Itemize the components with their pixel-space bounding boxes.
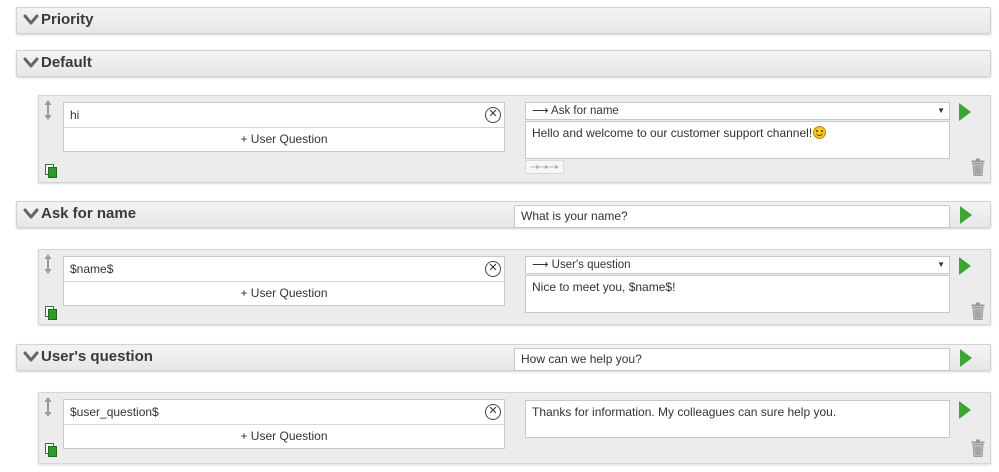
dropdown-caret-icon: ▼ xyxy=(937,106,945,115)
copy-icon[interactable] xyxy=(45,164,57,178)
rule-card-users-question: $user_question$ ✕ + User Question Thanks… xyxy=(38,392,991,464)
user-question-input[interactable]: $name$ xyxy=(70,257,113,281)
play-icon[interactable] xyxy=(960,349,972,367)
clear-circle-icon[interactable]: ✕ xyxy=(485,107,501,123)
clear-circle-icon[interactable]: ✕ xyxy=(485,261,501,277)
section-title-users-question: User's question xyxy=(41,348,153,365)
play-icon[interactable] xyxy=(960,206,972,224)
chevron-down-icon[interactable] xyxy=(23,56,39,70)
rule-card-ask-for-name: $name$ ✕ + User Question ⟶ User's questi… xyxy=(38,249,991,325)
add-user-question-button[interactable]: + User Question xyxy=(64,424,504,448)
section-title-priority: Priority xyxy=(41,11,94,28)
drag-handle-icon[interactable] xyxy=(44,254,52,274)
section-title-default: Default xyxy=(41,54,92,71)
user-question-box: hi ✕ + User Question xyxy=(63,102,505,152)
add-user-question-button[interactable]: + User Question xyxy=(64,281,504,305)
target-select-value: ⟶ User's question xyxy=(532,259,631,271)
drag-handle-icon[interactable] xyxy=(44,397,52,417)
smiley-emoji-icon xyxy=(813,126,827,139)
drag-handle-icon[interactable] xyxy=(44,100,52,120)
answer-textarea[interactable]: Thanks for information. My colleagues ca… xyxy=(525,400,950,438)
rule-card-default: hi ✕ + User Question ⟶ Ask for name ▼ He… xyxy=(38,95,991,183)
chevron-down-icon[interactable] xyxy=(23,350,39,364)
copy-icon[interactable] xyxy=(45,306,57,320)
copy-icon[interactable] xyxy=(45,443,57,457)
dropdown-caret-icon: ▼ xyxy=(937,260,945,269)
prompt-input-users-question[interactable]: How can we help you? xyxy=(514,348,950,371)
trash-icon[interactable] xyxy=(971,158,985,176)
answer-text: Nice to meet you, $name$! xyxy=(532,280,676,294)
answer-text: Hello and welcome to our customer suppor… xyxy=(532,126,813,140)
answer-textarea[interactable]: Hello and welcome to our customer suppor… xyxy=(525,121,950,159)
trash-icon[interactable] xyxy=(971,439,985,457)
user-question-box: $name$ ✕ + User Question xyxy=(63,256,505,306)
answer-text: Thanks for information. My colleagues ca… xyxy=(532,405,837,419)
answer-textarea[interactable]: Nice to meet you, $name$! xyxy=(525,275,950,313)
clear-circle-icon[interactable]: ✕ xyxy=(485,404,501,420)
chain-arrows-icon[interactable] xyxy=(525,160,564,174)
section-header-default: Default xyxy=(16,50,991,77)
target-select-value: ⟶ Ask for name xyxy=(532,105,619,117)
user-question-box: $user_question$ ✕ + User Question xyxy=(63,399,505,449)
play-icon[interactable] xyxy=(959,401,971,419)
play-icon[interactable] xyxy=(959,103,971,121)
target-select[interactable]: ⟶ User's question ▼ xyxy=(525,256,950,274)
chevron-down-icon[interactable] xyxy=(23,13,39,27)
section-header-users-question: User's question How can we help you? xyxy=(16,344,991,371)
user-question-input[interactable]: hi xyxy=(70,103,79,127)
play-icon[interactable] xyxy=(959,257,971,275)
target-select[interactable]: ⟶ Ask for name ▼ xyxy=(525,102,950,120)
user-question-input[interactable]: $user_question$ xyxy=(70,400,159,424)
section-title-ask-for-name: Ask for name xyxy=(41,205,137,222)
trash-icon[interactable] xyxy=(971,302,985,320)
section-header-priority: Priority xyxy=(16,7,991,34)
section-header-ask-for-name: Ask for name What is your name? xyxy=(16,201,991,228)
add-user-question-button[interactable]: + User Question xyxy=(64,127,504,151)
prompt-input-ask-for-name[interactable]: What is your name? xyxy=(514,205,950,228)
chevron-down-icon[interactable] xyxy=(23,207,39,221)
